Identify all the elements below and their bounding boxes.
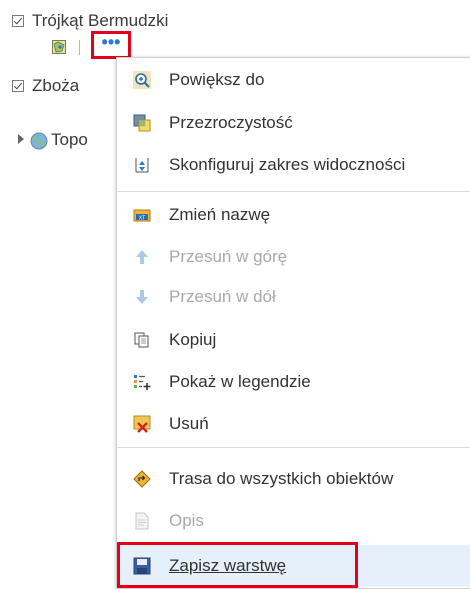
layer-row-bermuda[interactable]: Trójkąt Bermudzki [12, 11, 168, 31]
menu-divider [117, 191, 470, 192]
menu-item-copy[interactable]: Kopiuj [117, 321, 470, 359]
menu-item-move-up[interactable]: Przesuń w górę [117, 238, 470, 276]
menu-item-label: Zmień nazwę [169, 205, 271, 224]
globe-icon [30, 132, 48, 150]
copy-icon [134, 332, 149, 348]
menu-item-label: Opis [169, 511, 204, 530]
menu-item-label: Usuń [169, 414, 209, 433]
menu-item-label: Przezroczystość [169, 113, 293, 132]
menu-item-show-in-legend[interactable]: Pokaż w legendzie [117, 363, 470, 401]
rename-icon: XT [133, 209, 151, 222]
highlight-frame [117, 542, 358, 588]
arrow-up-icon [136, 250, 148, 264]
more-options-icon: ••• [101, 32, 121, 52]
show-legend-icon [134, 375, 151, 390]
route-icon [133, 470, 151, 488]
menu-item-label: Powiększ do [169, 70, 265, 89]
menu-item-label: Pokaż w legendzie [169, 372, 311, 391]
layer-label: Zboża [32, 76, 80, 95]
menu-item-route[interactable]: Trasa do wszystkich obiektów [117, 460, 470, 498]
menu-item-visibility-range[interactable]: Skonfiguruj zakres widoczności [117, 146, 470, 184]
layer-row-zboza[interactable]: Zboża [12, 76, 79, 96]
menu-item-label: Skonfiguruj zakres widoczności [169, 155, 406, 174]
layer-visibility-checkbox[interactable] [12, 80, 24, 92]
transparency-icon [133, 114, 151, 132]
menu-divider [117, 447, 470, 448]
layer-legend-swatch-icon [52, 40, 66, 54]
arrow-down-icon [136, 290, 148, 304]
layer-label-topo[interactable]: Topo [51, 130, 88, 150]
menu-item-zoom-to[interactable]: Powiększ do [117, 61, 470, 99]
svg-text:XT: XT [139, 215, 146, 221]
visibility-range-icon [135, 158, 149, 173]
menu-item-remove[interactable]: Usuń [117, 405, 470, 443]
menu-item-label: Przesuń w górę [169, 247, 288, 266]
zoom-in-icon [133, 71, 151, 89]
menu-item-label: Trasa do wszystkich obiektów [169, 469, 394, 488]
description-icon [135, 512, 149, 530]
menu-item-move-down[interactable]: Przesuń w dół [117, 278, 470, 316]
remove-icon [133, 415, 151, 433]
menu-item-rename[interactable]: XT Zmień nazwę [117, 196, 470, 234]
layer-visibility-checkbox[interactable] [12, 15, 24, 27]
menu-item-label: Kopiuj [169, 330, 217, 349]
menu-item-description[interactable]: Opis [117, 502, 470, 540]
divider [79, 40, 80, 55]
layer-context-menu: Powiększ do Przezroczystość Skonfiguruj … [116, 57, 470, 589]
more-options-button[interactable]: ••• [91, 31, 131, 59]
menu-item-label: Przesuń w dół [169, 287, 276, 306]
expand-arrow-icon[interactable] [18, 134, 24, 144]
layer-label: Trójkąt Bermudzki [32, 11, 169, 30]
menu-item-transparency[interactable]: Przezroczystość [117, 104, 470, 142]
